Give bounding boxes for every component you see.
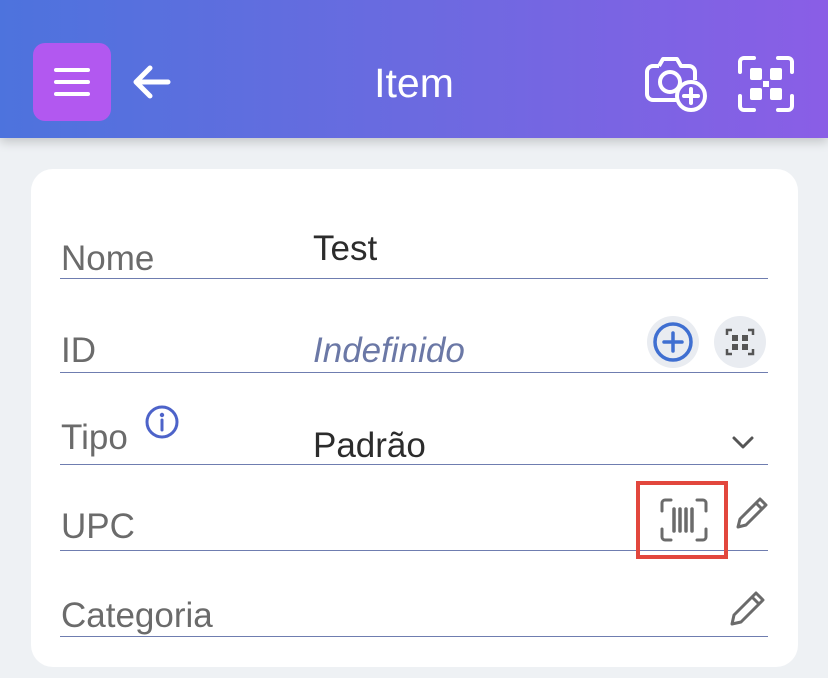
tipo-info-button[interactable] xyxy=(144,404,180,445)
pencil-icon xyxy=(730,591,765,626)
add-photo-button[interactable] xyxy=(643,54,709,114)
generate-id-button[interactable] xyxy=(646,315,700,374)
field-id-placeholder[interactable]: Indefinido xyxy=(313,331,465,371)
plus-circle-icon xyxy=(647,316,699,368)
qr-scan-icon xyxy=(738,56,794,112)
field-categoria-label: Categoria xyxy=(61,596,213,635)
qr-code-icon xyxy=(714,316,766,368)
scan-button[interactable] xyxy=(736,54,796,114)
field-nome[interactable]: Nome Test xyxy=(60,225,768,279)
app-header: Item xyxy=(0,0,828,138)
field-tipo[interactable]: Tipo Padrão xyxy=(60,402,768,465)
pencil-icon xyxy=(736,497,768,529)
highlight-box xyxy=(636,481,728,559)
edit-categoria-button[interactable] xyxy=(726,586,770,635)
field-categoria[interactable]: Categoria xyxy=(60,574,768,637)
info-icon xyxy=(145,405,179,439)
item-form-card: Nome Test ID Indefinido Tipo Padrão UPC … xyxy=(31,169,798,667)
tipo-dropdown-toggle[interactable] xyxy=(730,434,756,457)
edit-upc-button[interactable] xyxy=(732,493,772,538)
scan-id-button[interactable] xyxy=(712,315,768,374)
camera-add-icon xyxy=(645,57,707,112)
field-nome-label: Nome xyxy=(61,239,155,278)
field-upc-label: UPC xyxy=(61,507,135,546)
field-nome-value[interactable]: Test xyxy=(313,229,377,269)
field-tipo-value[interactable]: Padrão xyxy=(313,426,426,466)
field-id-label: ID xyxy=(61,331,96,370)
field-tipo-label: Tipo xyxy=(61,418,128,457)
field-id[interactable]: ID Indefinido xyxy=(60,315,768,374)
chevron-down-icon xyxy=(732,436,754,449)
